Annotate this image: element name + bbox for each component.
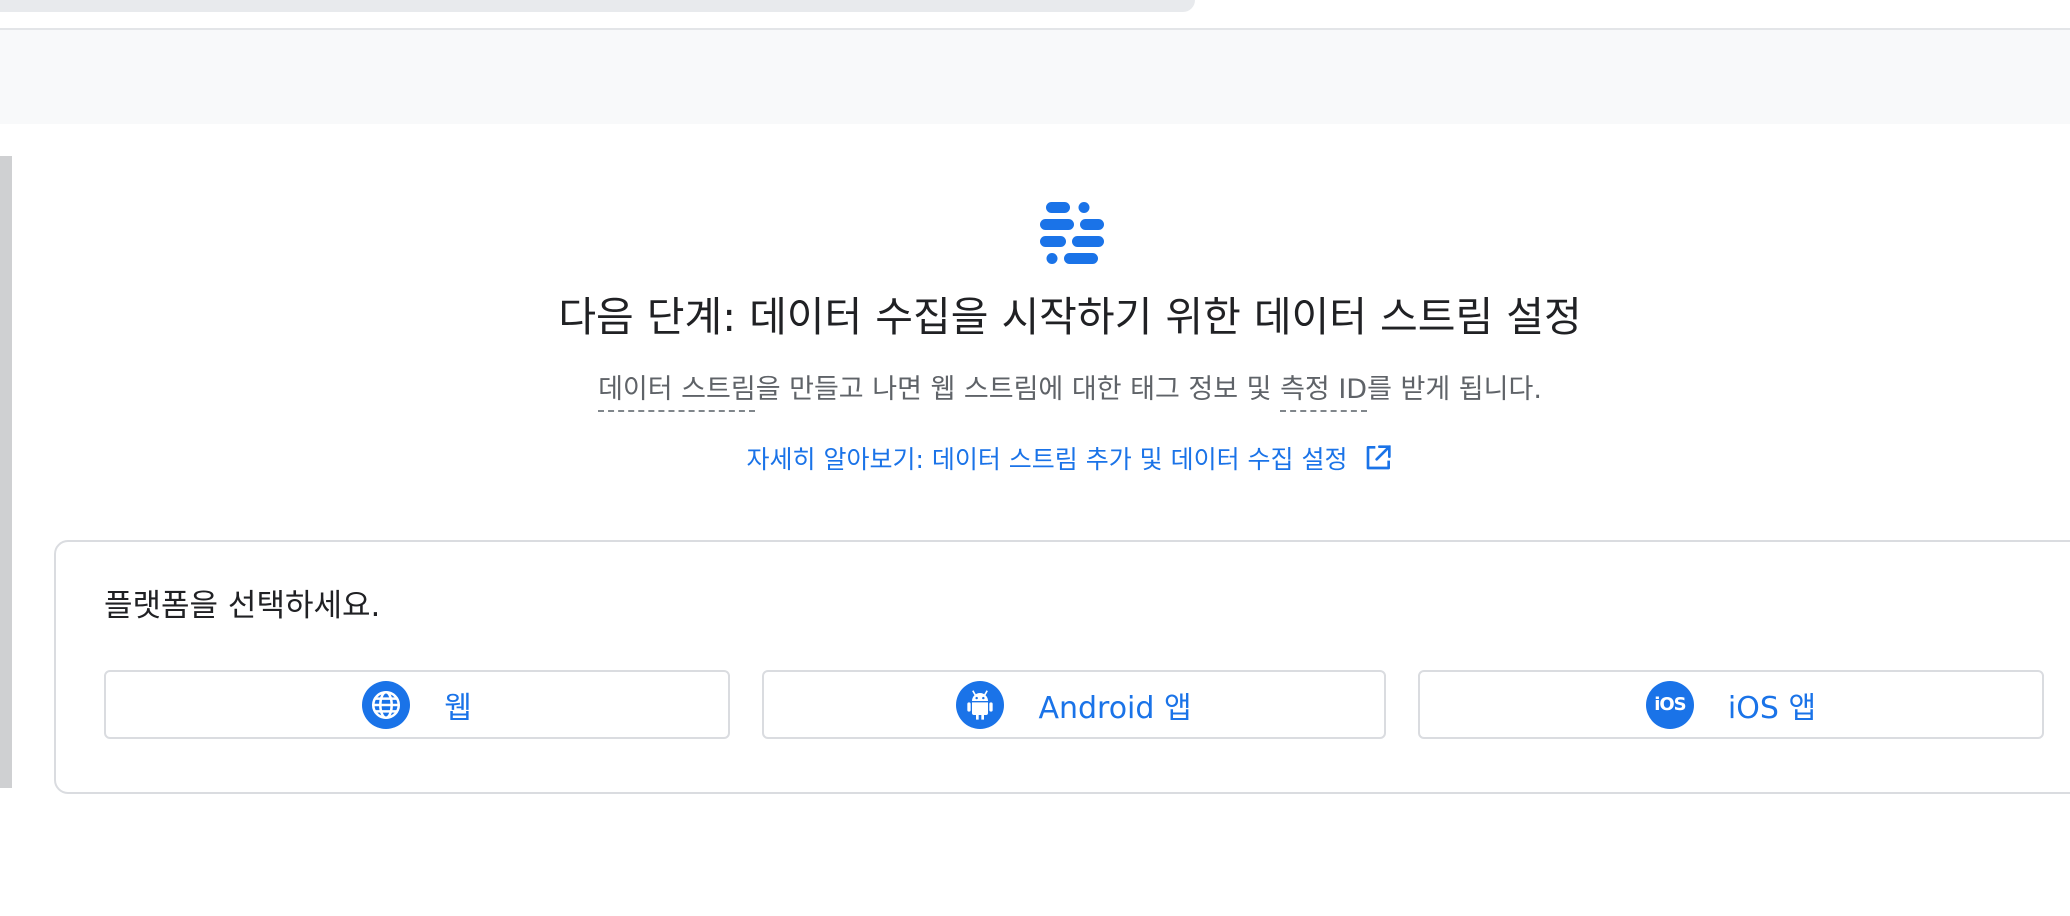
android-platform-button[interactable]: Android 앱 [762,670,1386,739]
search-bar[interactable] [0,0,1195,12]
external-link-icon[interactable] [1362,442,1394,474]
description-text-1: 을 만들고 나면 웹 스트림에 대한 태그 정보 및 [755,374,1281,405]
android-icon [956,680,1005,729]
description-text-2: 를 받게 됩니다. [1367,374,1542,405]
globe-icon [362,680,411,729]
ios-platform-button[interactable]: iOS iOS 앱 [1418,670,2044,739]
learn-more-link[interactable]: 자세히 알아보기: 데이터 스트림 추가 및 데이터 수집 설정 [0,440,2070,476]
web-platform-label: 웹 [444,690,472,726]
data-stream-term[interactable]: 데이터 스트림 [598,374,756,405]
platform-selection-card [54,540,2070,794]
ios-platform-label: iOS 앱 [1727,690,1817,726]
measurement-id-term[interactable]: 측정 ID [1280,374,1367,405]
data-stream-icon [1040,202,1104,264]
page-header-band [0,30,2070,124]
top-toolbar-strip [0,0,2070,30]
web-platform-button[interactable]: 웹 [104,670,730,739]
platform-selection-title: 플랫폼을 선택하세요. [104,588,381,624]
page-title: 다음 단계: 데이터 수집을 시작하기 위한 데이터 스트림 설정 [558,293,1582,341]
learn-more-link-label[interactable]: 자세히 알아보기: 데이터 스트림 추가 및 데이터 수집 설정 [747,445,1348,474]
android-platform-label: Android 앱 [1038,690,1192,726]
setup-description: 데이터 스트림을 만들고 나면 웹 스트림에 대한 태그 정보 및 측정 ID를… [0,367,2070,406]
ios-icon: iOS [1645,680,1694,729]
